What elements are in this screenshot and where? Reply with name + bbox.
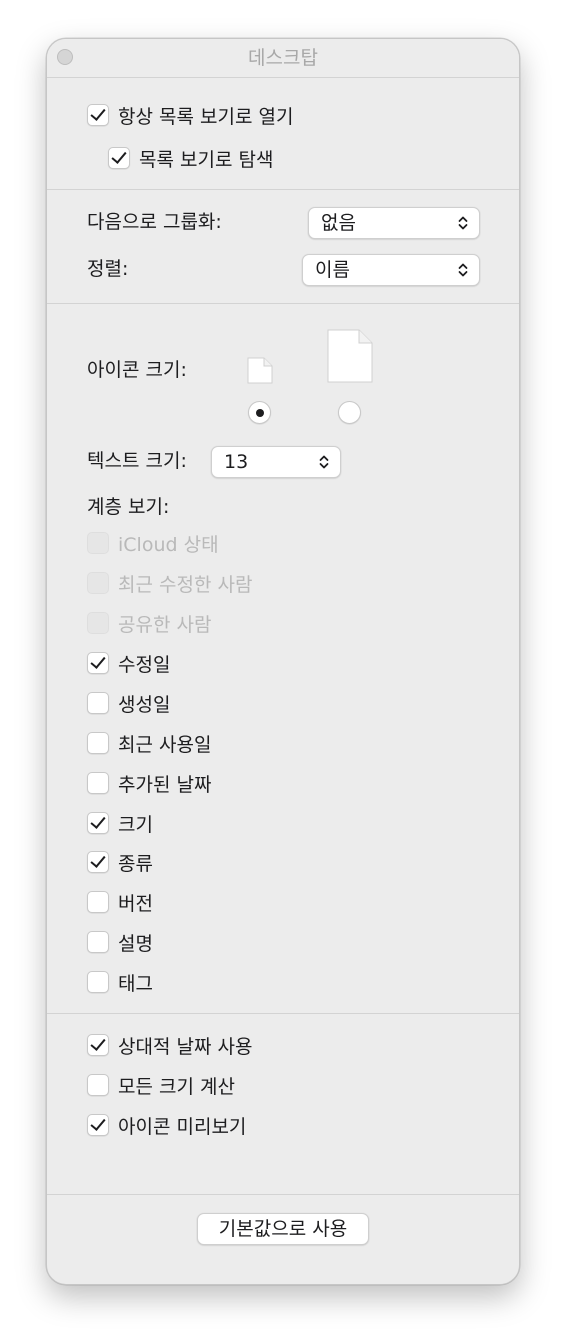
chevron-up-down-icon — [319, 455, 329, 469]
divider — [47, 1013, 519, 1014]
calculate-all-sizes-label: 모든 크기 계산 — [118, 1075, 235, 1098]
chevron-up-down-icon — [458, 263, 468, 277]
icon-size-small-radio[interactable] — [248, 401, 271, 424]
icon-size-label: 아이콘 크기: — [87, 359, 187, 381]
column-checkbox[interactable] — [87, 931, 109, 953]
sort-select[interactable]: 이름 — [302, 254, 480, 286]
text-size-value: 13 — [224, 451, 249, 473]
column-option-version[interactable]: 버전 — [87, 889, 153, 915]
column-checkbox — [87, 612, 109, 634]
column-label: 설명 — [118, 932, 153, 955]
chevron-up-down-icon — [458, 216, 468, 230]
text-size-select[interactable]: 13 — [211, 446, 341, 478]
column-option-date-last-opened[interactable]: 최근 사용일 — [87, 730, 211, 756]
always-open-list-checkbox[interactable] — [87, 104, 109, 126]
column-checkbox[interactable] — [87, 971, 109, 993]
icon-preview-label: 아이콘 미리보기 — [118, 1115, 247, 1138]
column-option-kind[interactable]: 종류 — [87, 849, 153, 875]
large-document-icon — [327, 329, 373, 383]
text-size-label: 텍스트 크기: — [87, 450, 187, 472]
column-option-date-added[interactable]: 추가된 날짜 — [87, 770, 211, 796]
divider — [47, 303, 519, 304]
column-option-size[interactable]: 크기 — [87, 810, 153, 836]
column-label: 종류 — [118, 852, 153, 875]
column-checkbox[interactable] — [87, 891, 109, 913]
column-label: 최근 수정한 사람 — [118, 573, 253, 596]
view-options-window: 데스크탑 항상 목록 보기로 열기 목록 보기로 탐색 다음으로 그룹화: 없음… — [46, 38, 520, 1285]
column-checkbox[interactable] — [87, 812, 109, 834]
browse-list-label: 목록 보기로 탐색 — [139, 148, 274, 171]
always-open-list-label: 항상 목록 보기로 열기 — [118, 105, 294, 128]
group-by-value: 없음 — [321, 212, 356, 234]
always-open-list-option[interactable]: 항상 목록 보기로 열기 — [87, 102, 293, 128]
show-columns-label: 계층 보기: — [87, 496, 170, 518]
column-label: 최근 사용일 — [118, 733, 212, 756]
group-by-label: 다음으로 그룹화: — [87, 211, 222, 233]
column-checkbox — [87, 532, 109, 554]
column-option-date-created[interactable]: 생성일 — [87, 690, 170, 716]
relative-dates-checkbox[interactable] — [87, 1034, 109, 1056]
browse-list-option[interactable]: 목록 보기로 탐색 — [108, 145, 273, 171]
column-checkbox[interactable] — [87, 772, 109, 794]
column-label: 태그 — [118, 972, 153, 995]
sort-value: 이름 — [315, 259, 350, 281]
calculate-all-sizes-option[interactable]: 모든 크기 계산 — [87, 1072, 235, 1098]
column-label: 수정일 — [118, 653, 171, 676]
relative-dates-label: 상대적 날짜 사용 — [118, 1035, 253, 1058]
icon-preview-option[interactable]: 아이콘 미리보기 — [87, 1112, 246, 1138]
column-checkbox[interactable] — [87, 851, 109, 873]
column-option-tags[interactable]: 태그 — [87, 969, 153, 995]
column-option-shared-by: 공유한 사람 — [87, 610, 211, 636]
column-label: 크기 — [118, 813, 153, 836]
divider — [47, 1194, 519, 1195]
column-option-last-modified-by: 최근 수정한 사람 — [87, 570, 252, 596]
icon-preview-checkbox[interactable] — [87, 1114, 109, 1136]
column-checkbox[interactable] — [87, 732, 109, 754]
window-title: 데스크탑 — [248, 47, 318, 69]
relative-dates-option[interactable]: 상대적 날짜 사용 — [87, 1032, 252, 1058]
column-label: 추가된 날짜 — [118, 773, 212, 796]
column-option-date-modified[interactable]: 수정일 — [87, 650, 170, 676]
column-checkbox — [87, 572, 109, 594]
divider — [47, 189, 519, 190]
browse-list-checkbox[interactable] — [108, 147, 130, 169]
sort-label: 정렬: — [87, 258, 129, 280]
column-checkbox[interactable] — [87, 652, 109, 674]
column-label: iCloud 상태 — [118, 533, 219, 556]
column-label: 공유한 사람 — [118, 613, 212, 636]
small-document-icon — [247, 357, 273, 384]
title-bar: 데스크탑 — [47, 39, 519, 78]
column-checkbox[interactable] — [87, 692, 109, 714]
column-option-icloud-status: iCloud 상태 — [87, 530, 219, 556]
icon-size-large-radio[interactable] — [338, 401, 361, 424]
use-as-defaults-button[interactable]: 기본값으로 사용 — [197, 1213, 369, 1245]
group-by-select[interactable]: 없음 — [308, 207, 480, 239]
column-option-comments[interactable]: 설명 — [87, 929, 153, 955]
calculate-all-sizes-checkbox[interactable] — [87, 1074, 109, 1096]
column-label: 생성일 — [118, 693, 171, 716]
column-label: 버전 — [118, 892, 153, 915]
